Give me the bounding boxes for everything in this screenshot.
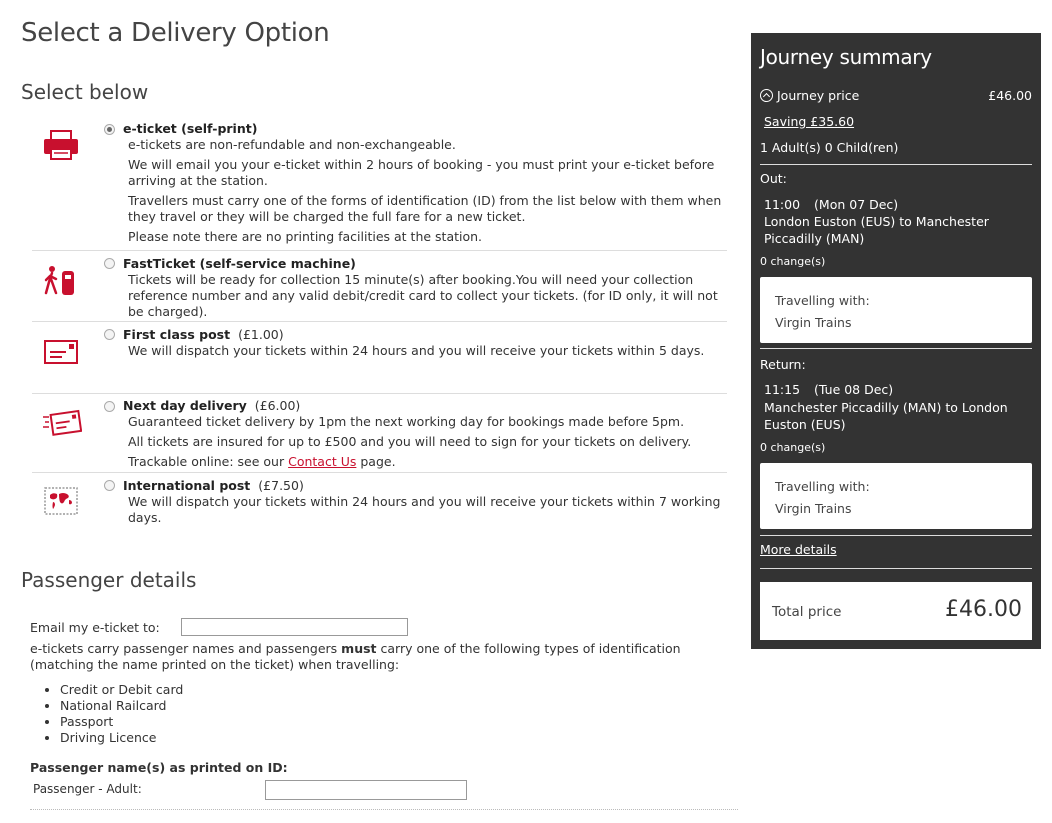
option-price: (£1.00) <box>238 327 284 342</box>
travelling-with-label: Travelling with: <box>775 293 870 308</box>
travelling-with-label: Travelling with: <box>775 479 870 494</box>
out-label: Out: <box>760 171 787 186</box>
world-map-stamp-icon <box>42 485 82 519</box>
chevron-up-icon[interactable] <box>760 89 773 102</box>
contact-us-link[interactable]: Contact Us <box>288 454 356 469</box>
option-line: Guaranteed ticket delivery by 1pm the ne… <box>128 414 685 429</box>
journey-summary-title: Journey summary <box>760 45 932 69</box>
ticket-machine-icon <box>42 265 82 299</box>
delivery-option-international[interactable]: International post (£7.50) We will dispat… <box>32 473 727 533</box>
divider <box>760 568 1032 569</box>
option-line: We will dispatch your tickets within 24 … <box>128 343 705 358</box>
delivery-option-next-day[interactable]: Next day delivery (£6.00) Guaranteed tick… <box>32 394 727 473</box>
option-title-text: First class post <box>123 327 231 342</box>
list-item: Passport <box>60 714 183 730</box>
out-date: (Mon 07 Dec) <box>814 197 899 212</box>
option-line: We will email you your e-ticket within 2… <box>128 157 715 188</box>
option-description: Tickets will be ready for collection 15 … <box>128 272 728 324</box>
delivery-option-fastticket[interactable]: FastTicket (self-service machine) Ticket… <box>32 251 727 322</box>
divider <box>760 164 1032 165</box>
trackable-prefix: Trackable online: see our <box>128 454 285 469</box>
return-travelling-with-box: Travelling with: Virgin Trains <box>760 463 1032 529</box>
option-title: Next day delivery (£6.00) <box>123 398 300 413</box>
divider <box>760 348 1032 349</box>
option-title: International post (£7.50) <box>123 478 304 493</box>
printer-icon <box>42 129 82 163</box>
journey-summary-panel: Journey summary Journey price £46.00 Sav… <box>751 33 1041 649</box>
option-description: We will dispatch your tickets within 24 … <box>128 343 728 363</box>
option-line: All tickets are insured for up to £500 a… <box>128 434 692 449</box>
divider <box>760 535 1032 536</box>
out-travelling-with-box: Travelling with: Virgin Trains <box>760 277 1032 343</box>
journey-price-row[interactable]: Journey price £46.00 <box>760 88 1032 103</box>
option-price: (£6.00) <box>254 398 301 413</box>
envelope-icon <box>42 336 82 370</box>
option-title-text: International post <box>123 478 251 493</box>
id-intro-pre: e-tickets carry passenger names and pass… <box>30 641 338 656</box>
return-time: 11:15 <box>764 382 801 397</box>
id-intro-must: must <box>341 641 377 656</box>
option-line: Tickets will be ready for collection 15 … <box>128 272 718 319</box>
more-details-link[interactable]: More details <box>760 542 837 557</box>
option-title: First class post (£1.00) <box>123 327 284 342</box>
option-line: e-tickets are non-refundable and non-exc… <box>128 137 456 152</box>
out-route: London Euston (EUS) to Manchester Piccad… <box>764 214 989 246</box>
id-requirements-text: e-tickets carry passenger names and pass… <box>30 641 730 673</box>
list-item: Driving Licence <box>60 730 183 746</box>
total-price-box: Total price £46.00 <box>760 582 1032 640</box>
delivery-option-eticket[interactable]: e-ticket (self-print) e-tickets are non-… <box>32 119 727 251</box>
option-title-text: Next day delivery <box>123 398 247 413</box>
return-changes: 0 change(s) <box>760 441 826 454</box>
out-changes: 0 change(s) <box>760 255 826 268</box>
option-description: e-tickets are non-refundable and non-exc… <box>128 137 728 249</box>
out-time: 11:00 <box>764 197 801 212</box>
option-title: FastTicket (self-service machine) <box>123 256 356 271</box>
international-post-radio[interactable] <box>104 480 115 491</box>
out-time-row: 11:00 (Mon 07 Dec) <box>764 197 898 212</box>
select-below-heading: Select below <box>21 80 149 104</box>
return-date: (Tue 08 Dec) <box>814 382 894 397</box>
passenger-names-heading: Passenger name(s) as printed on ID: <box>30 760 288 775</box>
return-time-row: 11:15 (Tue 08 Dec) <box>764 382 893 397</box>
email-label: Email my e-ticket to: <box>30 620 160 635</box>
operator-name: Virgin Trains <box>775 501 852 516</box>
option-price: (£7.50) <box>258 478 304 493</box>
next-day-delivery-radio[interactable] <box>104 401 115 412</box>
option-description: Guaranteed ticket delivery by 1pm the ne… <box>128 414 728 474</box>
email-input[interactable] <box>181 618 408 636</box>
trackable-line: Trackable online: see our Contact Us pag… <box>128 454 728 470</box>
delivery-option-first-class-post[interactable]: First class post (£1.00) We will dispatch… <box>32 322 727 394</box>
page-title: Select a Delivery Option <box>21 18 330 48</box>
option-title: e-ticket (self-print) <box>123 121 258 136</box>
return-label: Return: <box>760 357 806 372</box>
journey-price-label: Journey price <box>777 88 860 103</box>
option-description: We will dispatch your tickets within 24 … <box>128 494 728 530</box>
option-line: We will dispatch your tickets within 24 … <box>128 494 721 525</box>
fast-envelope-icon <box>42 408 83 442</box>
journey-price-value: £46.00 <box>988 88 1032 103</box>
total-price-label: Total price <box>772 604 842 620</box>
list-item: Credit or Debit card <box>60 682 183 698</box>
passenger-details-heading: Passenger details <box>21 568 197 592</box>
saving-link[interactable]: Saving £35.60 <box>764 114 854 129</box>
option-line: Travellers must carry one of the forms o… <box>128 193 722 224</box>
first-class-post-radio[interactable] <box>104 329 115 340</box>
total-price-value: £46.00 <box>945 597 1022 622</box>
eticket-radio[interactable] <box>104 124 115 135</box>
fastticket-radio[interactable] <box>104 258 115 269</box>
id-types-list: Credit or Debit card National Railcard P… <box>30 682 183 746</box>
divider <box>30 809 738 810</box>
list-item: National Railcard <box>60 698 183 714</box>
passenger-count: 1 Adult(s) 0 Child(ren) <box>760 140 899 155</box>
option-line: Please note there are no printing facili… <box>128 229 483 244</box>
trackable-suffix: page. <box>360 454 396 469</box>
operator-name: Virgin Trains <box>775 315 852 330</box>
passenger-adult-label: Passenger - Adult: <box>33 782 142 796</box>
passenger-adult-name-input[interactable] <box>265 780 467 800</box>
return-route: Manchester Piccadilly (MAN) to London Eu… <box>764 400 1008 432</box>
